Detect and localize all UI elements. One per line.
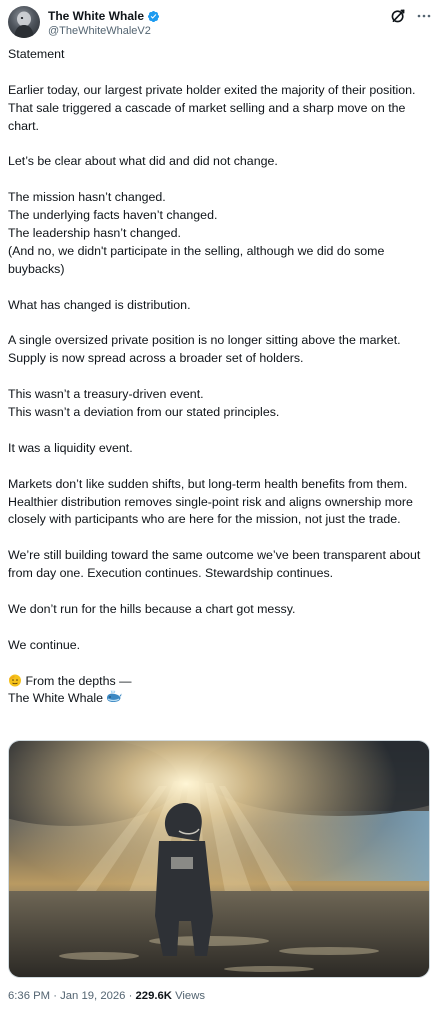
paragraph: We continue.	[8, 637, 434, 655]
paragraph: Earlier today, our largest private holde…	[8, 82, 434, 136]
verified-badge-icon	[147, 10, 160, 23]
author-handle[interactable]: @TheWhiteWhaleV2	[48, 25, 160, 37]
views-label: Views	[175, 990, 206, 1002]
text-line: We continue.	[8, 637, 81, 652]
tweet-header: The White Whale @TheWhiteWhaleV2	[8, 6, 434, 40]
image-artwork	[9, 741, 429, 977]
paragraph: Let’s be clear about what did and did no…	[8, 153, 434, 171]
display-name-row: The White Whale	[48, 8, 160, 24]
text-line: Markets don’t like sudden shifts, but lo…	[8, 476, 413, 527]
text-line: We’re still building toward the same out…	[8, 548, 421, 581]
paragraph: We don’t run for the hills because a cha…	[8, 601, 434, 619]
paragraph: Markets don’t like sudden shifts, but lo…	[8, 476, 434, 530]
tweet-time[interactable]: 6:36 PM	[8, 990, 50, 1002]
text-line: Let’s be clear about what did and did no…	[8, 154, 278, 169]
text-line: The leadership hasn’t changed.	[8, 226, 181, 241]
tweet: The White Whale @TheWhiteWhaleV2 Stateme…	[0, 0, 442, 1017]
tweet-date[interactable]: Jan 19, 2026	[60, 990, 125, 1002]
signoff-text-2: The White Whale	[8, 691, 104, 706]
text-line: The mission hasn’t changed.	[8, 190, 166, 205]
tweet-image[interactable]	[8, 740, 430, 978]
paragraph: The mission hasn’t changed. The underlyi…	[8, 189, 434, 279]
text-line: (And no, we didn't participate in the se…	[8, 243, 385, 276]
signoff-line-1: From the depths —	[8, 673, 434, 691]
paragraph: A single oversized private position is n…	[8, 332, 434, 368]
text-line: It was a liquidity event.	[8, 440, 133, 455]
text-line: Statement	[8, 47, 65, 61]
views-count[interactable]: 229.6K	[136, 990, 172, 1002]
text-line: Earlier today, our largest private holde…	[8, 82, 416, 133]
text-line: This wasn’t a treasury-driven event.	[8, 387, 204, 402]
header-actions	[390, 8, 432, 24]
text-line: We don’t run for the hills because a cha…	[8, 601, 296, 616]
signoff-text-1: From the depths —	[25, 673, 132, 688]
paragraph: It was a liquidity event.	[8, 440, 434, 458]
signoff: From the depths — The White Whale	[8, 673, 434, 709]
text-line: The underlying facts haven’t changed.	[8, 208, 218, 223]
more-icon[interactable]	[416, 8, 432, 24]
paragraph: We’re still building toward the same out…	[8, 547, 434, 583]
paragraph: Statement	[8, 46, 434, 64]
text-line: A single oversized private position is n…	[8, 333, 401, 366]
meta-separator: ·	[128, 990, 133, 1002]
saluting-face-emoji-icon	[8, 673, 22, 687]
display-name[interactable]: The White Whale	[48, 9, 144, 23]
paragraph: What has changed is distribution.	[8, 297, 434, 315]
avatar[interactable]	[8, 6, 40, 38]
paragraph: This wasn’t a treasury-driven event. Thi…	[8, 386, 434, 422]
text-line: This wasn’t a deviation from our stated …	[8, 405, 280, 420]
signoff-line-2: The White Whale	[8, 690, 434, 708]
grok-icon[interactable]	[390, 8, 406, 24]
tweet-meta: 6:36 PM · Jan 19, 2026 · 229.6K Views	[8, 990, 205, 1002]
tweet-text: Statement Earlier today, our largest pri…	[8, 46, 434, 726]
meta-separator: ·	[53, 990, 57, 1002]
whale-emoji-icon	[106, 690, 122, 704]
author-names: The White Whale @TheWhiteWhaleV2	[48, 8, 160, 37]
text-line: What has changed is distribution.	[8, 297, 191, 312]
